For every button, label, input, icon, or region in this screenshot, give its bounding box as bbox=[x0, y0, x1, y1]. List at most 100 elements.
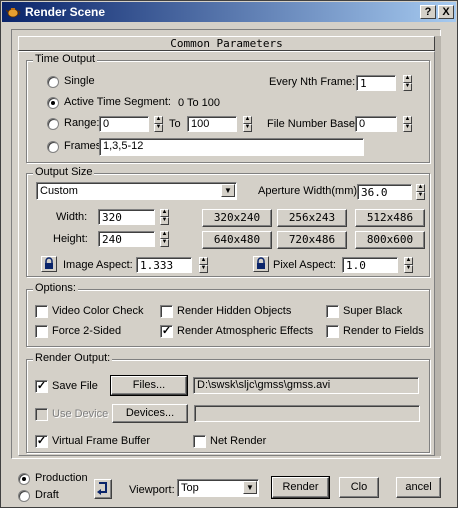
close-window-button[interactable]: X bbox=[438, 5, 454, 19]
file-number-base-label: File Number Base: bbox=[267, 118, 359, 130]
render-to-fields-checkbox[interactable] bbox=[326, 325, 339, 338]
render-to-fields-label: Render to Fields bbox=[343, 325, 424, 337]
range-label: Range: bbox=[64, 117, 100, 129]
single-radio[interactable] bbox=[47, 76, 59, 88]
output-size-title: Output Size bbox=[33, 166, 95, 178]
lock-icon bbox=[45, 257, 53, 269]
active-time-segment-radio[interactable] bbox=[47, 97, 59, 109]
save-file-label: Save File bbox=[52, 380, 98, 392]
pixel-aspect-label: Pixel Aspect: bbox=[273, 259, 336, 271]
video-color-check-checkbox[interactable] bbox=[35, 305, 48, 318]
rollout-title: Common Parameters bbox=[170, 37, 283, 50]
single-label: Single bbox=[64, 75, 95, 87]
draft-radio[interactable] bbox=[18, 490, 30, 502]
res-256x243-button[interactable]: 256x243 bbox=[277, 209, 347, 227]
width-label: Width: bbox=[56, 211, 88, 223]
every-nth-spinner[interactable]: ▲ ▼ bbox=[403, 75, 412, 91]
image-aspect-spinner[interactable]: ▲ ▼ bbox=[199, 257, 208, 273]
res-512x486-button[interactable]: 512x486 bbox=[355, 209, 425, 227]
range-from-field[interactable]: 0 bbox=[99, 116, 149, 132]
chevron-down-icon[interactable]: ▼ bbox=[243, 481, 257, 494]
force-2-sided-checkbox[interactable] bbox=[35, 325, 48, 338]
res-320x240-button[interactable]: 320x240 bbox=[202, 209, 272, 227]
swap-arrow-icon bbox=[97, 482, 107, 495]
net-render-checkbox[interactable] bbox=[193, 435, 206, 448]
active-segment-label: Active Time Segment: bbox=[64, 96, 171, 108]
frames-field[interactable]: 1,3,5-12 bbox=[99, 138, 364, 156]
width-spinner[interactable]: ▲ ▼ bbox=[160, 209, 169, 225]
production-label: Production bbox=[35, 472, 88, 484]
res-800x600-button[interactable]: 800x600 bbox=[355, 231, 425, 249]
super-black-checkbox[interactable] bbox=[326, 305, 339, 318]
res-720x486-button[interactable]: 720x486 bbox=[277, 231, 347, 249]
pixel-aspect-field[interactable]: 1.0 bbox=[342, 257, 398, 273]
files-button[interactable]: Files... bbox=[110, 375, 188, 396]
draft-label: Draft bbox=[35, 489, 59, 501]
aperture-label: Aperture Width(mm): bbox=[258, 185, 361, 197]
render-hidden-objects-checkbox[interactable] bbox=[160, 305, 173, 318]
rollout-common-parameters[interactable]: Common Parameters bbox=[18, 36, 435, 51]
viewport-value: Top bbox=[181, 482, 199, 494]
window-title: Render Scene bbox=[25, 5, 106, 19]
res-640x480-button[interactable]: 640x480 bbox=[202, 231, 272, 249]
close-button[interactable]: Clo bbox=[339, 477, 379, 498]
render-output-title: Render Output: bbox=[33, 352, 113, 364]
range-to-label: To bbox=[169, 118, 181, 130]
width-field[interactable]: 320 bbox=[98, 209, 155, 225]
title-bar[interactable]: Render Scene ? X bbox=[2, 2, 456, 22]
preset-value: Custom bbox=[40, 185, 78, 197]
save-file-checkbox[interactable]: ✓ bbox=[35, 380, 48, 393]
image-aspect-field[interactable]: 1.333 bbox=[136, 257, 192, 273]
image-aspect-lock-button[interactable] bbox=[41, 256, 57, 272]
range-radio[interactable] bbox=[47, 118, 59, 130]
viewport-dropdown[interactable]: Top ▼ bbox=[177, 479, 259, 497]
aperture-spinner[interactable]: ▲ ▼ bbox=[416, 184, 425, 200]
file-number-base-field[interactable]: 0 bbox=[355, 116, 397, 132]
height-spinner[interactable]: ▲ ▼ bbox=[160, 231, 169, 247]
height-field[interactable]: 240 bbox=[98, 231, 155, 247]
time-output-title: Time Output bbox=[33, 53, 98, 65]
render-atmospheric-effects-checkbox[interactable]: ✓ bbox=[160, 325, 173, 338]
virtual-frame-buffer-checkbox[interactable]: ✓ bbox=[35, 435, 48, 448]
rollout-scrollbar[interactable] bbox=[435, 36, 441, 456]
aperture-field[interactable]: 36.0 bbox=[357, 184, 412, 200]
virtual-frame-buffer-label: Virtual Frame Buffer bbox=[52, 435, 151, 447]
use-device-label: Use Device bbox=[52, 408, 109, 420]
net-render-label: Net Render bbox=[210, 435, 267, 447]
use-device-checkbox[interactable] bbox=[35, 408, 48, 421]
production-radio[interactable] bbox=[18, 473, 30, 485]
options-group: Options: bbox=[26, 282, 430, 347]
every-nth-field[interactable]: 1 bbox=[356, 75, 396, 91]
video-color-check-label: Video Color Check bbox=[52, 305, 144, 317]
options-title: Options: bbox=[33, 282, 78, 294]
height-label: Height: bbox=[53, 233, 88, 245]
teapot-icon bbox=[6, 8, 21, 18]
render-scene-window: Render Scene ? X Common Parameters Time … bbox=[0, 0, 458, 508]
image-aspect-label: Image Aspect: bbox=[63, 259, 133, 271]
help-button[interactable]: ? bbox=[420, 5, 436, 19]
file-number-base-spinner[interactable]: ▲ ▼ bbox=[403, 116, 412, 132]
file-path-field: D:\swsk\sljc\gmss\gmss.avi bbox=[193, 377, 419, 394]
render-atmospheric-effects-label: Render Atmospheric Effects bbox=[177, 325, 314, 337]
viewport-label: Viewport: bbox=[129, 484, 175, 496]
swap-render-presets-button[interactable] bbox=[94, 479, 112, 499]
render-button[interactable]: Render bbox=[271, 476, 330, 499]
devices-button[interactable]: Devices... bbox=[112, 404, 188, 423]
device-name-field bbox=[194, 405, 420, 422]
pixel-aspect-lock-button[interactable] bbox=[253, 256, 269, 272]
pixel-aspect-spinner[interactable]: ▲ ▼ bbox=[404, 257, 413, 273]
every-nth-label: Every Nth Frame: bbox=[269, 76, 356, 88]
super-black-label: Super Black bbox=[343, 305, 403, 317]
cancel-button[interactable]: ancel bbox=[396, 477, 441, 498]
active-segment-range: 0 To 100 bbox=[178, 97, 221, 109]
range-to-field[interactable]: 100 bbox=[187, 116, 237, 132]
range-from-spinner[interactable]: ▲ ▼ bbox=[154, 116, 163, 132]
chevron-down-icon[interactable]: ▼ bbox=[221, 184, 235, 197]
range-to-spinner[interactable]: ▲ ▼ bbox=[243, 116, 252, 132]
lock-icon bbox=[257, 257, 265, 269]
frames-radio[interactable] bbox=[47, 141, 59, 153]
force-2-sided-label: Force 2-Sided bbox=[52, 325, 122, 337]
frames-label: Frames bbox=[64, 140, 102, 152]
render-hidden-objects-label: Render Hidden Objects bbox=[177, 305, 292, 317]
output-size-preset-dropdown[interactable]: Custom ▼ bbox=[36, 182, 237, 200]
